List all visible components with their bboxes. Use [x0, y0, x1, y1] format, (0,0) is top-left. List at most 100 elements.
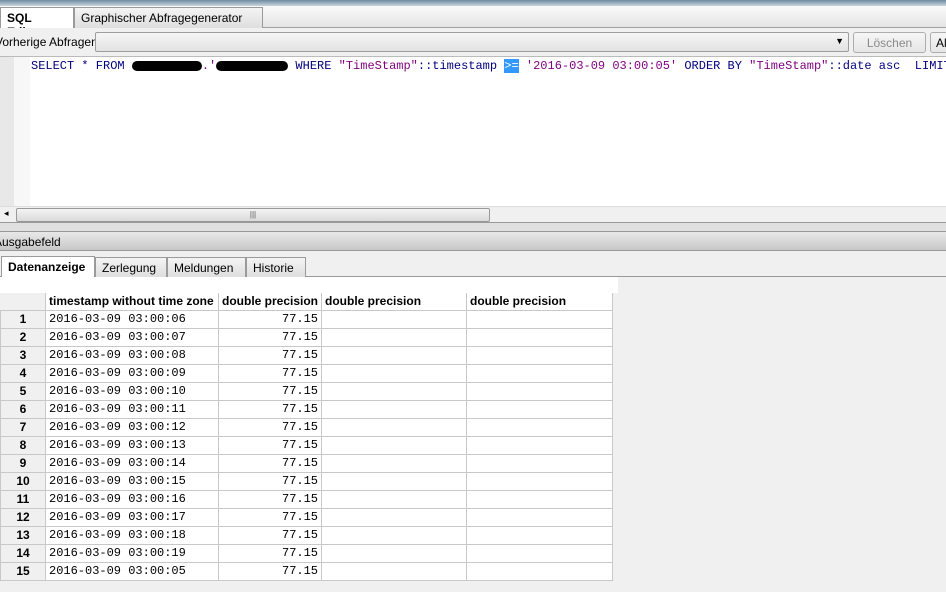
- cell-timestamp[interactable]: 2016-03-09 03:00:06: [45, 309, 219, 329]
- cell-empty[interactable]: [466, 381, 614, 401]
- previous-queries-select[interactable]: ▼: [95, 32, 849, 52]
- table-row[interactable]: 1 2016-03-09 03:00:06 77.15: [0, 309, 614, 329]
- cell-empty[interactable]: [321, 543, 468, 563]
- table-row[interactable]: 7 2016-03-09 03:00:12 77.15: [0, 417, 614, 437]
- row-header[interactable]: 1: [0, 309, 46, 329]
- table-row[interactable]: 9 2016-03-09 03:00:14 77.15: [0, 453, 614, 473]
- cell-empty[interactable]: [321, 399, 468, 419]
- cell-timestamp[interactable]: 2016-03-09 03:00:14: [45, 453, 219, 473]
- cell-timestamp[interactable]: 2016-03-09 03:00:18: [45, 525, 219, 545]
- cell-empty[interactable]: [466, 399, 614, 419]
- cell-empty[interactable]: [321, 471, 468, 491]
- cell-empty[interactable]: [466, 489, 614, 509]
- cell-value[interactable]: 77.15: [217, 525, 323, 545]
- cell-timestamp[interactable]: 2016-03-09 03:00:08: [45, 345, 219, 365]
- table-row[interactable]: 13 2016-03-09 03:00:18 77.15: [0, 525, 614, 545]
- cell-timestamp[interactable]: 2016-03-09 03:00:11: [45, 399, 219, 419]
- cell-timestamp[interactable]: 2016-03-09 03:00:12: [45, 417, 219, 437]
- tab-messages[interactable]: Meldungen: [167, 257, 246, 277]
- cell-value[interactable]: 77.15: [217, 309, 323, 329]
- cell-empty[interactable]: [321, 507, 468, 527]
- cell-empty[interactable]: [466, 309, 614, 329]
- cell-empty[interactable]: [466, 345, 614, 365]
- row-header[interactable]: 15: [0, 561, 46, 581]
- cell-empty[interactable]: [466, 417, 614, 437]
- other-button[interactable]: Al: [930, 32, 946, 53]
- cell-value[interactable]: 77.15: [217, 471, 323, 491]
- table-row[interactable]: 2 2016-03-09 03:00:07 77.15: [0, 327, 614, 347]
- row-header[interactable]: 2: [0, 327, 46, 347]
- delete-button[interactable]: Löschen: [853, 32, 926, 53]
- tab-history[interactable]: Historie: [246, 257, 306, 277]
- cell-empty[interactable]: [466, 327, 614, 347]
- row-header[interactable]: 4: [0, 363, 46, 383]
- panel-splitter[interactable]: [0, 222, 946, 232]
- cell-empty[interactable]: [321, 327, 468, 347]
- cell-empty[interactable]: [466, 525, 614, 545]
- corner-cell[interactable]: [0, 293, 46, 311]
- cell-empty[interactable]: [321, 561, 468, 581]
- column-header[interactable]: double precision: [321, 293, 468, 311]
- row-header[interactable]: 6: [0, 399, 46, 419]
- cell-value[interactable]: 77.15: [217, 435, 323, 455]
- tab-explain[interactable]: Zerlegung: [95, 257, 167, 277]
- cell-empty[interactable]: [466, 363, 614, 383]
- horizontal-scrollbar[interactable]: ◂ |||: [0, 206, 946, 222]
- cell-value[interactable]: 77.15: [217, 507, 323, 527]
- cell-empty[interactable]: [466, 453, 614, 473]
- cell-value[interactable]: 77.15: [217, 453, 323, 473]
- sql-editor[interactable]: SELECT * FROM .' WHERE "TimeStamp"::time…: [0, 56, 946, 207]
- row-header[interactable]: 10: [0, 471, 46, 491]
- column-header[interactable]: timestamp without time zone: [45, 293, 219, 311]
- cell-empty[interactable]: [321, 363, 468, 383]
- row-header[interactable]: 5: [0, 381, 46, 401]
- row-header[interactable]: 11: [0, 489, 46, 509]
- cell-timestamp[interactable]: 2016-03-09 03:00:05: [45, 561, 219, 581]
- cell-empty[interactable]: [321, 381, 468, 401]
- row-header[interactable]: 7: [0, 417, 46, 437]
- scrollbar-thumb[interactable]: |||: [16, 208, 490, 222]
- cell-timestamp[interactable]: 2016-03-09 03:00:17: [45, 507, 219, 527]
- table-row[interactable]: 3 2016-03-09 03:00:08 77.15: [0, 345, 614, 365]
- cell-empty[interactable]: [321, 453, 468, 473]
- cell-timestamp[interactable]: 2016-03-09 03:00:09: [45, 363, 219, 383]
- table-row[interactable]: 15 2016-03-09 03:00:05 77.15: [0, 561, 614, 581]
- cell-empty[interactable]: [321, 345, 468, 365]
- table-row[interactable]: 10 2016-03-09 03:00:15 77.15: [0, 471, 614, 491]
- cell-value[interactable]: 77.15: [217, 561, 323, 581]
- cell-timestamp[interactable]: 2016-03-09 03:00:16: [45, 489, 219, 509]
- cell-empty[interactable]: [321, 435, 468, 455]
- row-header[interactable]: 13: [0, 525, 46, 545]
- table-row[interactable]: 5 2016-03-09 03:00:10 77.15: [0, 381, 614, 401]
- table-row[interactable]: 4 2016-03-09 03:00:09 77.15: [0, 363, 614, 383]
- cell-value[interactable]: 77.15: [217, 327, 323, 347]
- cell-empty[interactable]: [466, 561, 614, 581]
- cell-empty[interactable]: [466, 543, 614, 563]
- cell-empty[interactable]: [321, 417, 468, 437]
- row-header[interactable]: 9: [0, 453, 46, 473]
- cell-value[interactable]: 77.15: [217, 381, 323, 401]
- cell-empty[interactable]: [321, 525, 468, 545]
- row-header[interactable]: 3: [0, 345, 46, 365]
- row-header[interactable]: 8: [0, 435, 46, 455]
- column-header[interactable]: double precision: [218, 293, 323, 311]
- table-row[interactable]: 6 2016-03-09 03:00:11 77.15: [0, 399, 614, 419]
- table-row[interactable]: 11 2016-03-09 03:00:16 77.15: [0, 489, 614, 509]
- tab-graphical-query-builder[interactable]: Graphischer Abfragegenerator: [74, 7, 263, 28]
- cell-empty[interactable]: [466, 471, 614, 491]
- table-row[interactable]: 14 2016-03-09 03:00:19 77.15: [0, 543, 614, 563]
- sql-text[interactable]: SELECT * FROM .' WHERE "TimeStamp"::time…: [31, 59, 946, 73]
- cell-value[interactable]: 77.15: [217, 417, 323, 437]
- cell-timestamp[interactable]: 2016-03-09 03:00:19: [45, 543, 219, 563]
- cell-timestamp[interactable]: 2016-03-09 03:00:13: [45, 435, 219, 455]
- cell-empty[interactable]: [321, 489, 468, 509]
- cell-value[interactable]: 77.15: [217, 489, 323, 509]
- scroll-left-icon[interactable]: ◂: [4, 208, 9, 219]
- cell-timestamp[interactable]: 2016-03-09 03:00:07: [45, 327, 219, 347]
- table-row[interactable]: 12 2016-03-09 03:00:17 77.15: [0, 507, 614, 527]
- tab-sql-editor[interactable]: SQL Editor: [0, 7, 74, 39]
- column-header[interactable]: double precision: [466, 293, 614, 311]
- cell-value[interactable]: 77.15: [217, 345, 323, 365]
- table-row[interactable]: 8 2016-03-09 03:00:13 77.15: [0, 435, 614, 455]
- cell-value[interactable]: 77.15: [217, 399, 323, 419]
